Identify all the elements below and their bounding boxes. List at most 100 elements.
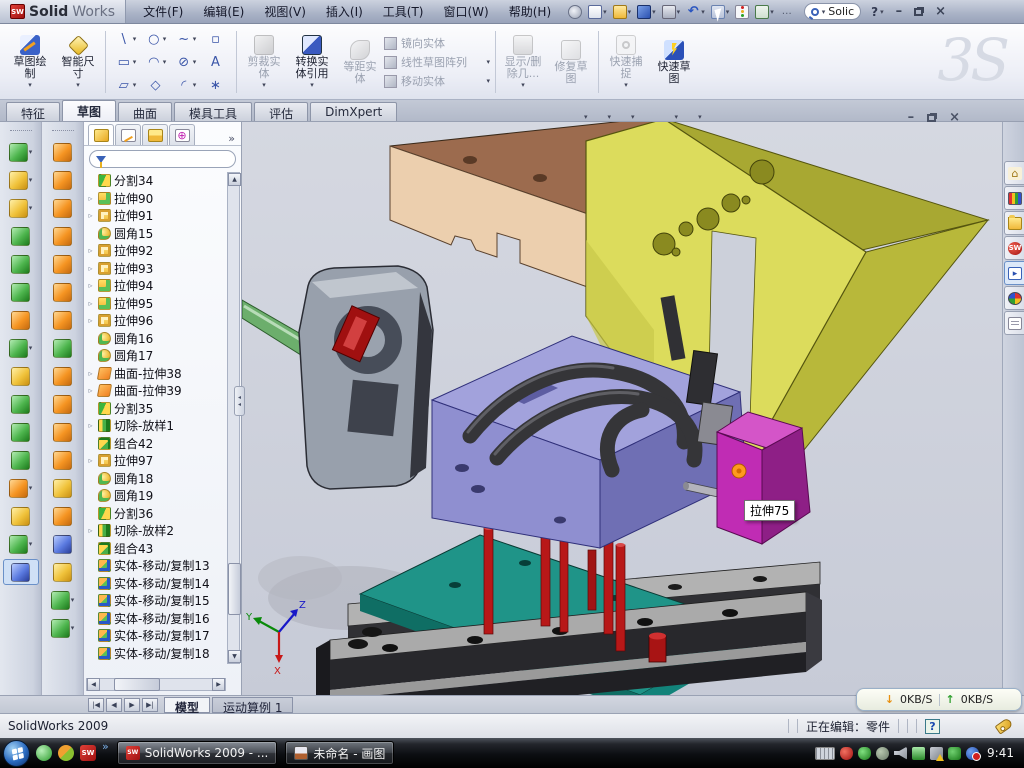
menu-item[interactable]: 窗口(W) xyxy=(435,1,498,22)
scroll-left-icon[interactable]: ◀ xyxy=(87,678,100,691)
sync-blocked-icon[interactable] xyxy=(966,747,979,760)
restore-button[interactable] xyxy=(914,8,923,16)
toolbar-button[interactable] xyxy=(45,503,81,529)
tree-item[interactable]: ▹ 切除-放样2 xyxy=(86,522,224,540)
toolbar-button[interactable] xyxy=(45,559,81,585)
entity-tool-button[interactable]: 线性草图阵列 ▾ xyxy=(384,54,492,70)
toolbar-overflow-icon[interactable]: … xyxy=(778,4,796,20)
select-icon[interactable]: ▾ xyxy=(709,4,732,20)
rapid-sketch-button[interactable]: 快速草 图 xyxy=(650,27,698,97)
search-box[interactable]: ▾ Solic xyxy=(804,3,861,20)
menu-item[interactable]: 视图(V) xyxy=(255,1,315,22)
menu-item[interactable]: 帮助(H) xyxy=(500,1,560,22)
tree-item[interactable]: ▹ 拉伸92 xyxy=(86,242,224,260)
ribbon-tab[interactable]: 草图 xyxy=(62,100,116,121)
tree-item[interactable]: 分割35 xyxy=(86,400,224,418)
toolbar-button[interactable] xyxy=(3,419,39,445)
tree-item[interactable]: 实体-移动/复制16 xyxy=(86,610,224,628)
toolbar-button[interactable] xyxy=(45,419,81,445)
tab-nav-button[interactable]: ▶| xyxy=(142,698,158,712)
undo-icon[interactable]: ↶▾ xyxy=(684,4,707,20)
ribbon-tab[interactable]: 特征 xyxy=(6,102,60,121)
tree-item[interactable]: ▹ 拉伸95 xyxy=(86,295,224,313)
quick-launch-icon[interactable]: SW xyxy=(80,745,96,761)
sketch-button[interactable]: 草图绘 制 ▾ xyxy=(6,27,54,97)
toolbar-button[interactable] xyxy=(3,391,39,417)
toolbar-button[interactable] xyxy=(45,139,81,165)
save-icon[interactable]: ▾ xyxy=(635,4,658,20)
sketch-entity-button[interactable]: A xyxy=(201,51,231,74)
toolbar-button[interactable]: ▾ xyxy=(45,587,81,613)
sketch-entity-button[interactable]: ∗ xyxy=(201,74,231,97)
document-tab[interactable]: 运动算例 1 xyxy=(212,697,293,713)
toolbar-button[interactable] xyxy=(3,279,39,305)
view-tool-button[interactable] xyxy=(508,110,524,124)
tree-item[interactable]: 圆角15 xyxy=(86,225,224,243)
defender-icon[interactable] xyxy=(948,747,961,760)
trim-entities-button[interactable]: 剪裁实 体 ▾ xyxy=(240,27,288,97)
language-keyboard-icon[interactable] xyxy=(815,747,835,760)
expand-arrow-icon[interactable]: ▹ xyxy=(86,211,95,220)
sketch-entity-button[interactable]: ◇ xyxy=(141,74,171,97)
toolbar-button[interactable] xyxy=(45,335,81,361)
options-icon[interactable]: ▾ xyxy=(753,4,776,20)
toolbar-button[interactable]: ▾ xyxy=(3,195,39,221)
tree-item[interactable]: 组合43 xyxy=(86,540,224,558)
wireless-warning-icon[interactable] xyxy=(930,747,943,760)
tree-item[interactable]: 组合42 xyxy=(86,435,224,453)
panel-splitter-handle[interactable]: ◂◂ xyxy=(234,386,245,416)
toolbar-button[interactable] xyxy=(3,503,39,529)
task-pane-tab[interactable] xyxy=(1004,211,1024,235)
view-tool-button[interactable]: ▾ xyxy=(659,110,679,124)
task-pane-tab[interactable]: ⌂ xyxy=(1004,161,1024,185)
quick-launch-overflow-icon[interactable]: » xyxy=(102,740,109,753)
scroll-down-icon[interactable]: ▼ xyxy=(228,650,241,663)
expand-arrow-icon[interactable]: ▹ xyxy=(86,421,95,430)
sketch-entity-button[interactable]: ○ ▾ xyxy=(141,28,171,51)
task-pane-tab[interactable]: SW xyxy=(1004,236,1024,260)
toolbar-button[interactable] xyxy=(45,223,81,249)
search-input[interactable]: Solic xyxy=(828,5,854,18)
dimxpert-manager-tab[interactable]: ⊕ xyxy=(169,124,195,145)
task-pane-tab[interactable]: ▸ xyxy=(1004,261,1024,285)
ribbon-tab[interactable]: DimXpert xyxy=(310,102,397,121)
toolbar-button[interactable] xyxy=(45,363,81,389)
tag-icon[interactable] xyxy=(995,717,1014,734)
toolbar-button[interactable]: ▾ xyxy=(3,139,39,165)
repair-sketch-button[interactable]: 修复草 图 xyxy=(547,27,595,97)
view-tool-button[interactable]: ▾ xyxy=(568,110,588,124)
toolbar-button[interactable] xyxy=(3,559,39,585)
tree-item[interactable]: 分割36 xyxy=(86,505,224,523)
minimize-button[interactable]: – xyxy=(896,4,903,19)
display-delete-relations-button[interactable]: 显示/删 除几... ▾ xyxy=(499,27,547,97)
tree-item[interactable]: 圆角16 xyxy=(86,330,224,348)
tab-nav-button[interactable]: |◀ xyxy=(88,698,104,712)
tree-item[interactable]: ▹ 拉伸94 xyxy=(86,277,224,295)
toolbar-button[interactable]: ▾ xyxy=(45,615,81,641)
sketch-entity-button[interactable]: ⊘ ▾ xyxy=(171,51,201,74)
tree-item[interactable]: 实体-移动/复制18 xyxy=(86,645,224,663)
toolbar-button[interactable] xyxy=(45,307,81,333)
tab-nav-button[interactable]: ▶ xyxy=(124,698,140,712)
doc-close-button[interactable]: × xyxy=(949,110,960,125)
property-manager-tab[interactable] xyxy=(115,124,141,145)
new-document-icon[interactable]: ▾ xyxy=(586,4,609,20)
toolbar-button[interactable] xyxy=(45,531,81,557)
tree-horizontal-scrollbar[interactable]: ◀ ▶ xyxy=(86,678,226,691)
doc-minimize-button[interactable]: – xyxy=(908,110,915,125)
help-icon[interactable]: ? xyxy=(871,5,878,19)
tree-item[interactable]: ▹ 切除-放样1 xyxy=(86,417,224,435)
scrollbar-thumb[interactable] xyxy=(114,678,160,691)
doc-restore-button[interactable] xyxy=(927,114,936,122)
graphics-viewport[interactable]: Y Z X xyxy=(242,122,1002,695)
ribbon-tab[interactable]: 模具工具 xyxy=(174,102,252,121)
expand-arrow-icon[interactable]: ▹ xyxy=(86,299,95,308)
view-tool-button[interactable] xyxy=(639,110,655,124)
toolbar-button[interactable] xyxy=(3,363,39,389)
open-icon[interactable]: ▾ xyxy=(611,4,634,20)
expand-arrow-icon[interactable]: ▹ xyxy=(86,386,95,395)
tree-item[interactable]: 实体-移动/复制13 xyxy=(86,557,224,575)
sketch-entity-button[interactable]: ◠ ▾ xyxy=(141,51,171,74)
toolbar-button[interactable] xyxy=(3,223,39,249)
menu-item[interactable]: 工具(T) xyxy=(374,1,433,22)
